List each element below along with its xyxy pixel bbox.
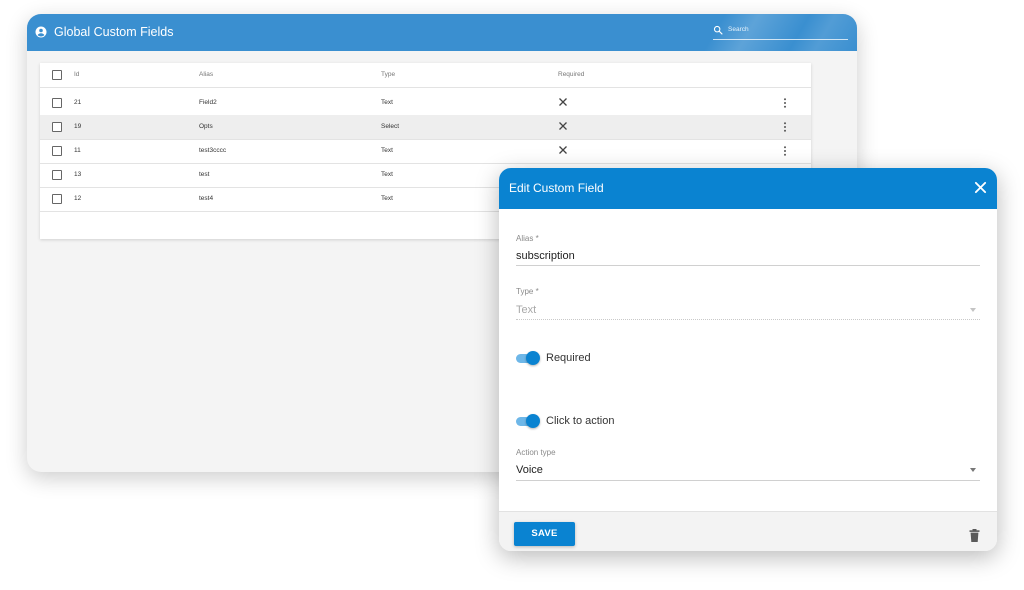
trash-icon[interactable] xyxy=(969,529,980,542)
edit-custom-field-dialog: Edit Custom Field Alias * subscription T… xyxy=(499,168,997,551)
dialog-footer: SAVE xyxy=(499,511,997,551)
row-checkbox[interactable] xyxy=(52,194,62,204)
row-id: 13 xyxy=(74,171,82,178)
row-type: Text xyxy=(381,99,393,106)
close-icon xyxy=(559,122,567,130)
row-type: Text xyxy=(381,147,393,154)
type-select[interactable]: Text xyxy=(516,304,536,316)
table-header-row: Id Alias Type Required xyxy=(40,63,811,88)
column-header-required[interactable]: Required xyxy=(558,71,584,78)
click-to-action-label: Click to action xyxy=(546,415,615,427)
table-row[interactable]: 19 Opts Select xyxy=(40,115,811,140)
more-vert-icon[interactable] xyxy=(783,146,787,156)
type-underline xyxy=(516,319,980,320)
save-button[interactable]: SAVE xyxy=(514,522,575,546)
action-type-underline xyxy=(516,480,980,481)
search-icon[interactable] xyxy=(713,25,723,35)
column-header-id[interactable]: Id xyxy=(74,71,79,78)
type-label: Type * xyxy=(516,287,539,296)
row-checkbox[interactable] xyxy=(52,122,62,132)
row-checkbox[interactable] xyxy=(52,146,62,156)
search-placeholder: Search xyxy=(728,26,749,33)
row-id: 21 xyxy=(74,99,82,106)
select-all-checkbox[interactable] xyxy=(52,70,62,80)
more-vert-icon[interactable] xyxy=(783,122,787,132)
row-checkbox[interactable] xyxy=(52,170,62,180)
account-circle-icon xyxy=(35,26,47,38)
row-alias: test3cccc xyxy=(199,147,227,154)
arrow-drop-down-icon[interactable] xyxy=(970,468,976,472)
row-type: Select xyxy=(381,123,400,130)
column-header-type[interactable]: Type xyxy=(381,71,395,78)
toggle-thumb xyxy=(526,351,540,365)
row-alias: Field2 xyxy=(199,99,217,106)
row-alias: test4 xyxy=(199,195,214,202)
alias-label: Alias * xyxy=(516,234,539,243)
required-label: Required xyxy=(546,352,591,364)
close-icon xyxy=(559,146,567,154)
row-id: 11 xyxy=(74,147,81,154)
required-toggle[interactable] xyxy=(515,351,541,365)
close-icon[interactable] xyxy=(974,181,987,194)
dialog-title: Edit Custom Field xyxy=(509,181,604,195)
row-alias: test xyxy=(199,171,210,178)
table-row[interactable]: 11 test3cccc Text xyxy=(40,139,811,164)
row-alias: Opts xyxy=(199,123,213,130)
click-to-action-toggle[interactable] xyxy=(515,414,541,428)
page-title: Global Custom Fields xyxy=(54,25,174,39)
close-icon xyxy=(559,98,567,106)
row-id: 12 xyxy=(74,195,82,202)
action-type-select[interactable]: Voice xyxy=(516,464,543,476)
toggle-thumb xyxy=(526,414,540,428)
arrow-drop-down-icon xyxy=(970,308,976,312)
row-type: Text xyxy=(381,171,393,178)
row-id: 19 xyxy=(74,123,82,130)
column-header-alias[interactable]: Alias xyxy=(199,71,213,78)
alias-underline xyxy=(516,265,980,266)
window-header: Global Custom Fields Search xyxy=(27,14,857,51)
search-input[interactable]: Search xyxy=(713,25,848,40)
action-type-label: Action type xyxy=(516,448,556,457)
table-row[interactable]: 21 Field2 Text xyxy=(40,91,811,116)
dialog-header: Edit Custom Field xyxy=(499,168,997,209)
row-type: Text xyxy=(381,195,393,202)
row-checkbox[interactable] xyxy=(52,98,62,108)
more-vert-icon[interactable] xyxy=(783,98,787,108)
alias-field[interactable]: subscription xyxy=(516,250,575,262)
